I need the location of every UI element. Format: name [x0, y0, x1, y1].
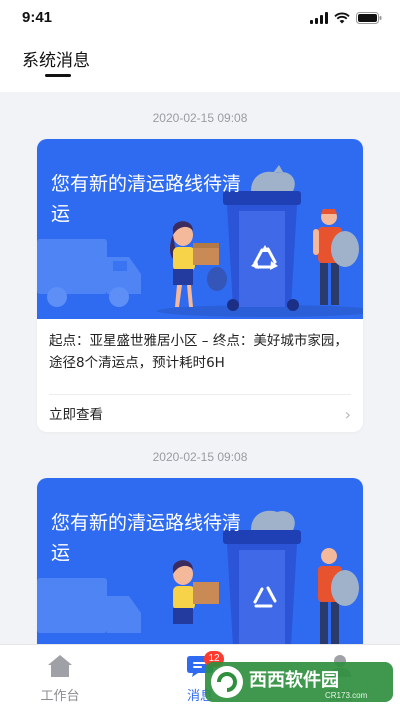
message-timestamp: 2020-02-15 09:08: [152, 450, 248, 464]
home-icon: [48, 655, 72, 677]
view-now-label: 立即查看: [49, 407, 103, 423]
status-icons: [310, 12, 382, 24]
watermark-logo: 西西软件园 CR173.com: [205, 662, 393, 702]
tab-label: 工作台: [40, 689, 80, 704]
status-time: 9:41: [22, 9, 53, 26]
banner-title: 您有新的清运路线待清运: [51, 173, 242, 225]
wifi-icon: [334, 12, 350, 24]
svg-text:西西软件园: 西西软件园: [249, 669, 339, 691]
card-banner: 您有新的清运路线待清运: [37, 139, 363, 319]
title-underline: [45, 74, 71, 77]
card-banner: 您有新的清运路线待清运: [37, 478, 363, 658]
chevron-right-icon: ›: [344, 405, 351, 424]
svg-text:CR173.com: CR173.com: [325, 691, 368, 700]
signal-icon: [310, 12, 328, 24]
view-now-button[interactable]: 立即查看 ›: [37, 395, 363, 432]
battery-icon: [356, 12, 382, 24]
message-timestamp: 2020-02-15 09:08: [152, 111, 248, 125]
banner-title: 您有新的清运路线待清运: [51, 512, 242, 564]
message-description: 起点：亚星盛世雅居小区 – 终点：美好城市家园，途径8个清运点，预计耗时6H: [49, 333, 348, 371]
tab-workbench[interactable]: 工作台: [20, 645, 100, 712]
message-card[interactable]: 您有新的清运路线待清运 起点：亚星盛世雅居小区 – 终点：美好城市家园，途径8个…: [37, 139, 363, 432]
status-bar: 9:41: [0, 0, 400, 40]
banner-illustration: [37, 165, 363, 317]
page-title: 系统消息: [22, 51, 90, 71]
banner-illustration: [37, 510, 359, 646]
nav-bar: 系统消息: [0, 40, 400, 92]
